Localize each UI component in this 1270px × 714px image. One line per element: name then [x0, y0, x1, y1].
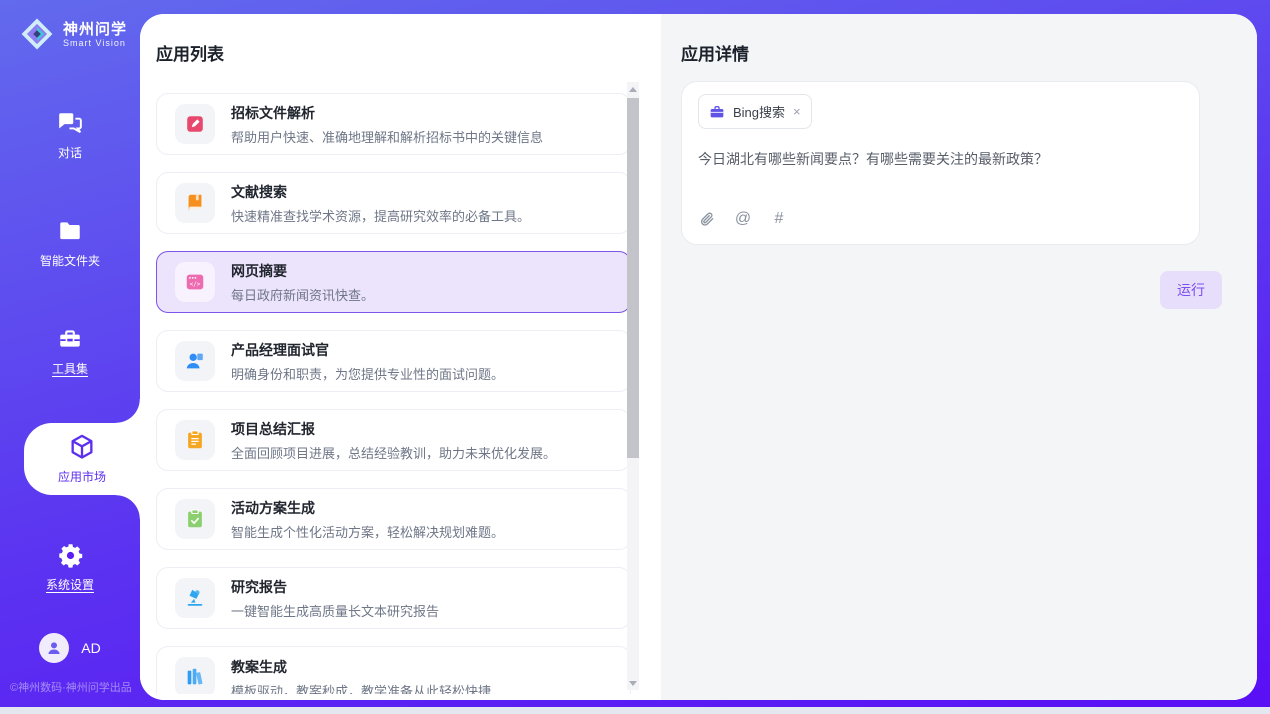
- clipboard-check-icon: [175, 499, 215, 539]
- list-scrollbar[interactable]: [627, 82, 639, 690]
- app-item-desc: 每日政府新闻资讯快查。: [231, 285, 374, 304]
- interviewer-icon: [175, 341, 215, 381]
- app-item-desc: 全面回顾项目进展，总结经验教训，助力未来优化发展。: [231, 443, 556, 462]
- app-item-pm-interviewer[interactable]: 产品经理面试官 明确身份和职责，为您提供专业性的面试问题。: [156, 330, 631, 392]
- briefcase-icon: [709, 104, 725, 120]
- scrollbar-thumb[interactable]: [627, 98, 639, 458]
- app-item-desc: 智能生成个性化活动方案，轻松解决规划难题。: [231, 522, 504, 541]
- paperclip-icon[interactable]: [698, 210, 716, 228]
- app-item-desc: 帮助用户快速、准确地理解和解析招标书中的关键信息: [231, 127, 543, 146]
- app-item-desc: 模板驱动，教案秒成，教学准备从此轻松快捷: [231, 681, 491, 694]
- toolbox-icon: [56, 325, 84, 353]
- tag-label: Bing搜索: [733, 102, 785, 121]
- sidebar-item-label: 应用市场: [58, 468, 106, 485]
- clipboard-icon: [175, 420, 215, 460]
- sidebar-item-chat[interactable]: 对话: [0, 99, 140, 171]
- app-item-event-plan[interactable]: 活动方案生成 智能生成个性化活动方案，轻松解决规划难题。: [156, 488, 631, 550]
- avatar: [39, 633, 69, 663]
- app-item-title: 项目总结汇报: [231, 419, 556, 439]
- svg-text:</>: </>: [190, 281, 201, 288]
- sidebar-item-smart-folder[interactable]: 智能文件夹: [0, 207, 140, 279]
- app-item-research-report[interactable]: 研究报告 一键智能生成高质量长文本研究报告: [156, 567, 631, 629]
- app-item-desc: 快速精准查找学术资源，提高研究效率的必备工具。: [231, 206, 530, 225]
- brand-name: 神州问学: [63, 21, 127, 38]
- app-item-title: 教案生成: [231, 657, 491, 677]
- scroll-up-button[interactable]: [627, 82, 639, 96]
- app-item-webpage-summary[interactable]: </> 网页摘要 每日政府新闻资讯快查。: [156, 251, 631, 313]
- app-detail-title: 应用详情: [681, 40, 1237, 65]
- triangle-up-icon: [629, 87, 637, 92]
- sidebar-item-toolset[interactable]: 工具集: [0, 315, 140, 387]
- app-list: 招标文件解析 帮助用户快速、准确地理解和解析招标书中的关键信息 文献搜索 快速精…: [156, 93, 631, 694]
- chat-icon: [56, 109, 84, 137]
- sidebar-nav: 对话 智能文件夹 工具集 应用市场 系统设置: [0, 99, 140, 639]
- main-content: 应用列表 招标文件解析 帮助用户快速、准确地理解和解析招标书中的关键信息 文献搜…: [140, 14, 1257, 700]
- bing-search-tag[interactable]: Bing搜索 ×: [698, 94, 812, 129]
- at-icon[interactable]: @: [734, 210, 752, 228]
- app-item-title: 网页摘要: [231, 261, 374, 281]
- app-item-literature-search[interactable]: 文献搜索 快速精准查找学术资源，提高研究效率的必备工具。: [156, 172, 631, 234]
- app-item-title: 研究报告: [231, 577, 439, 597]
- cube-icon: [68, 433, 96, 461]
- webpage-icon: </>: [175, 262, 215, 302]
- app-item-title: 招标文件解析: [231, 103, 543, 123]
- book-icon: [175, 183, 215, 223]
- triangle-down-icon: [629, 681, 637, 686]
- sidebar-item-label: 智能文件夹: [40, 252, 100, 269]
- gear-icon: [56, 541, 84, 569]
- folder-icon: [56, 217, 84, 245]
- brand-subtitle: Smart Vision: [63, 38, 127, 48]
- copyright-footer: ©神州数码·神州问学出品: [10, 679, 132, 695]
- app-item-bid-parse[interactable]: 招标文件解析 帮助用户快速、准确地理解和解析招标书中的关键信息: [156, 93, 631, 155]
- query-input[interactable]: 今日湖北有哪些新闻要点？有哪些需要关注的最新政策？: [698, 149, 1183, 210]
- app-item-desc: 明确身份和职责，为您提供专业性的面试问题。: [231, 364, 504, 383]
- app-item-project-summary[interactable]: 项目总结汇报 全面回顾项目进展，总结经验教训，助力未来优化发展。: [156, 409, 631, 471]
- app-list-panel: 应用列表 招标文件解析 帮助用户快速、准确地理解和解析招标书中的关键信息 文献搜…: [140, 14, 661, 700]
- app-item-title: 产品经理面试官: [231, 340, 504, 360]
- sidebar-item-label: 工具集: [52, 360, 88, 377]
- close-icon[interactable]: ×: [793, 105, 801, 118]
- books-icon: [175, 657, 215, 694]
- brand: 神州问学 Smart Vision: [0, 0, 140, 53]
- app-item-lesson-plan[interactable]: 教案生成 模板驱动，教案秒成，教学准备从此轻松快捷: [156, 646, 631, 694]
- app-item-title: 活动方案生成: [231, 498, 504, 518]
- app-item-desc: 一键智能生成高质量长文本研究报告: [231, 601, 439, 620]
- sidebar-item-label: 系统设置: [46, 576, 94, 593]
- research-icon: [175, 578, 215, 618]
- run-button[interactable]: 运行: [1160, 271, 1222, 309]
- brand-logo-icon: [18, 15, 56, 53]
- app-detail-panel: 应用详情 Bing搜索 × 今日湖北有哪些新闻要点？有哪些需要关注的最新政策？ …: [661, 14, 1257, 700]
- query-card: Bing搜索 × 今日湖北有哪些新闻要点？有哪些需要关注的最新政策？ @ #: [681, 81, 1200, 245]
- sidebar-item-label: 对话: [58, 144, 82, 161]
- sidebar-item-settings[interactable]: 系统设置: [0, 531, 140, 603]
- scroll-down-button[interactable]: [627, 676, 639, 690]
- app-list-title: 应用列表: [156, 40, 661, 65]
- sidebar-item-app-market[interactable]: 应用市场: [24, 423, 140, 495]
- user-name: AD: [81, 640, 100, 656]
- input-toolbar: @ #: [698, 210, 1183, 230]
- hash-icon[interactable]: #: [770, 210, 788, 228]
- app-item-title: 文献搜索: [231, 182, 530, 202]
- edit-document-icon: [175, 104, 215, 144]
- user-account[interactable]: AD: [0, 633, 140, 663]
- sidebar: 神州问学 Smart Vision 对话 智能文件夹 工具集: [0, 0, 140, 707]
